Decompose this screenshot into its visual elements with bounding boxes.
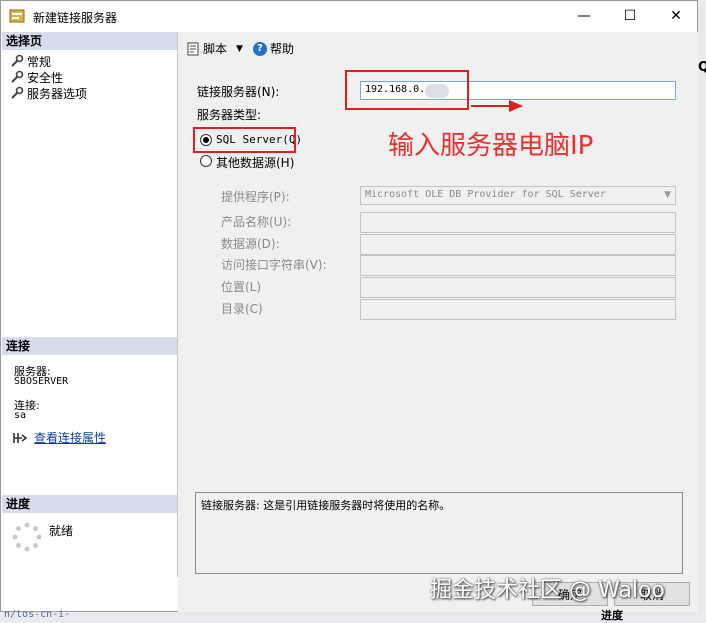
server-value: SBOSERVER [14, 376, 69, 387]
page-general-label: 常规 [27, 54, 52, 69]
product-name-input[interactable] [360, 212, 676, 233]
annotation-text: 输入服务器电脑IP [388, 131, 594, 161]
page-server-options-label: 服务器选项 [27, 86, 88, 101]
script-icon [187, 42, 199, 55]
wrench-icon [11, 86, 24, 99]
progress-header: 进度 [2, 495, 177, 513]
background-q-label: Q [698, 60, 706, 75]
connection-value: sa [14, 410, 27, 421]
data-source-input[interactable] [360, 234, 676, 255]
highlight-box-sql-server [193, 127, 296, 153]
location-label: 位置(L) [221, 280, 262, 294]
product-name-label: 产品名称(U): [221, 215, 292, 229]
provider-select[interactable]: Microsoft OLE DB Provider for SQL Server… [360, 186, 676, 205]
page-general[interactable]: 常规 [10, 53, 51, 69]
arrow-annotation-icon [471, 100, 523, 112]
close-button[interactable]: ✕ [653, 1, 699, 31]
page-security[interactable]: 安全性 [10, 69, 63, 85]
maximize-button[interactable]: ☐ [607, 1, 653, 31]
window-title: 新建链接服务器 [33, 11, 118, 25]
help-button[interactable]: ? 帮助 [252, 40, 294, 57]
connection-header: 连接 [2, 337, 177, 355]
description-text: 链接服务器: 这是引用链接服务器时将使用的名称。 [201, 499, 451, 512]
location-input[interactable] [360, 277, 676, 298]
chevron-down-icon: ▼ [664, 190, 671, 200]
background-progress-label: 进度 [601, 609, 623, 622]
progress-status: 就绪 [49, 524, 74, 538]
script-label: 脚本 [203, 42, 228, 56]
provider-string-label: 访问接口字符串(V): [221, 258, 327, 272]
select-page-header: 选择页 [2, 32, 177, 50]
description-box: 链接服务器: 这是引用链接服务器时将使用的名称。 [195, 492, 683, 574]
catalog-input[interactable] [360, 299, 676, 320]
page-security-label: 安全性 [27, 70, 64, 85]
highlight-box-linked-server [345, 70, 469, 110]
new-linked-server-dialog: 新建链接服务器 — ☐ ✕ 选择页 常规 安全性 服务器选项 连接 服务器: S… [0, 0, 698, 612]
toolbar: 脚本 ▼ ? 帮助 [186, 40, 294, 57]
chevron-down-icon[interactable]: ▼ [236, 44, 243, 54]
catalog-label: 目录(C) [221, 302, 263, 316]
right-pane: 脚本 ▼ ? 帮助 链接服务器(N): 192.168.0. 输入服务器电脑IP… [178, 32, 698, 577]
help-label: 帮助 [269, 42, 294, 56]
data-source-label: 数据源(D): [221, 237, 280, 251]
view-connection-properties-label: 查看连接属性 [34, 431, 107, 445]
app-icon [9, 9, 25, 23]
connection-properties-icon [13, 432, 28, 443]
help-icon: ? [252, 41, 267, 56]
left-pane: 选择页 常规 安全性 服务器选项 连接 服务器: SBOSERVER 连接: s… [2, 32, 178, 577]
provider-string-input[interactable] [360, 255, 676, 276]
provider-value: Microsoft OLE DB Provider for SQL Server [365, 189, 606, 200]
wrench-icon [11, 54, 24, 67]
linked-server-label: 链接服务器(N): [197, 85, 280, 99]
other-data-source-label: 其他数据源(H) [216, 156, 295, 170]
progress-spinner-icon [12, 522, 42, 552]
background-url-fragment: n/tos-cn-i- [4, 609, 71, 620]
server-type-label: 服务器类型: [197, 108, 262, 122]
other-data-source-radio[interactable] [200, 155, 212, 167]
script-button[interactable]: 脚本 ▼ [186, 40, 243, 57]
title-bar: 新建链接服务器 — ☐ ✕ [1, 1, 697, 31]
minimize-button[interactable]: — [561, 1, 607, 31]
page-server-options[interactable]: 服务器选项 [10, 85, 87, 101]
provider-label: 提供程序(P): [221, 190, 290, 204]
wrench-icon [11, 70, 24, 83]
view-connection-properties-link[interactable]: 查看连接属性 [12, 429, 106, 446]
watermark: 掘金技术社区 @ Waloo [430, 578, 665, 603]
